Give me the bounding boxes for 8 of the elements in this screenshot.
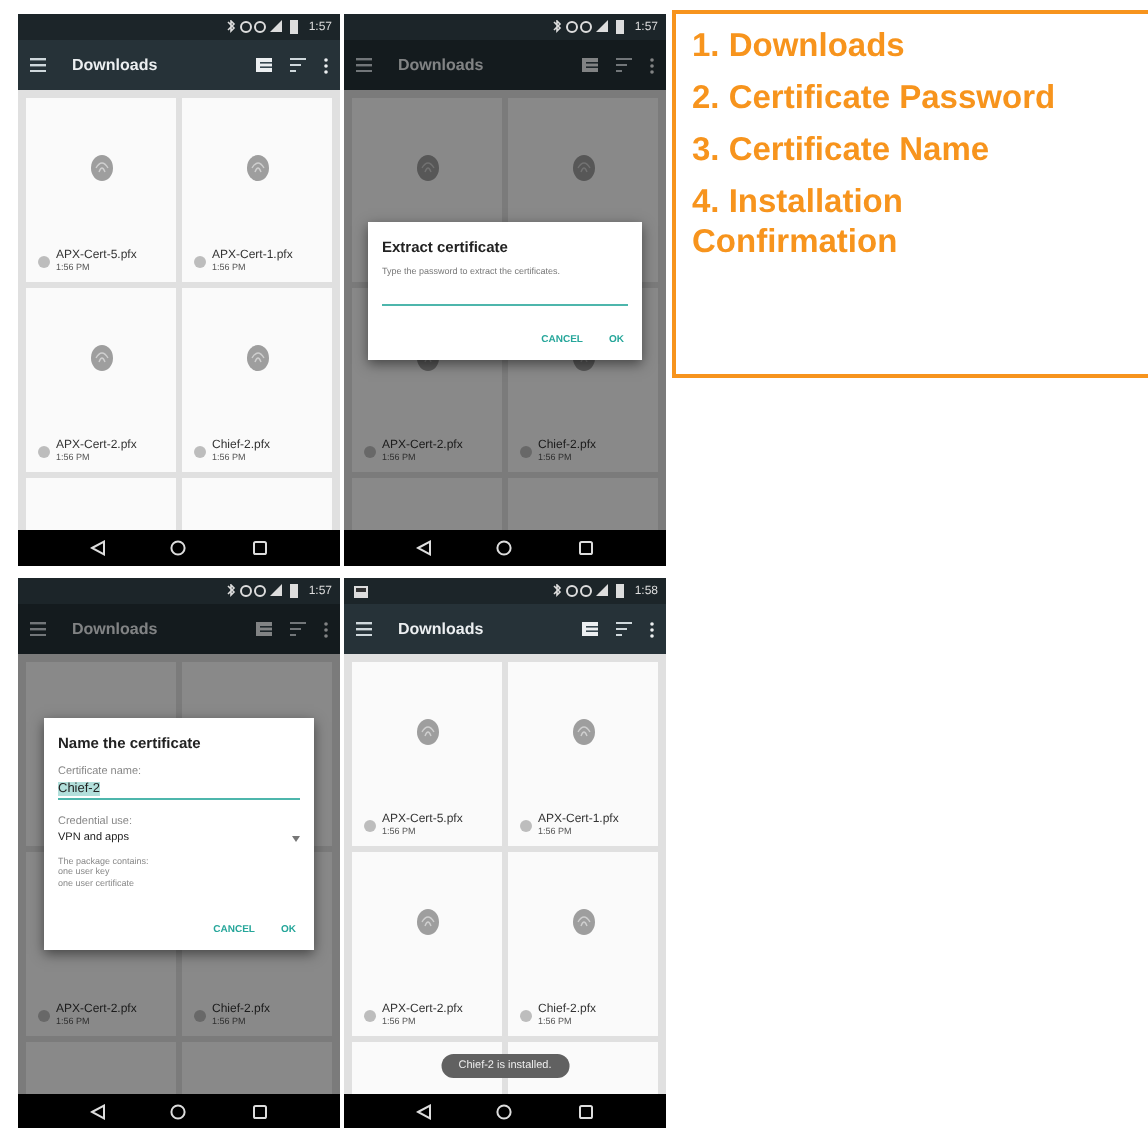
toolbar-title: Downloads xyxy=(72,56,158,74)
toolbar-title: Downloads xyxy=(398,56,484,74)
toolbar-title: Downloads xyxy=(72,620,158,638)
toolbar-title: Downloads xyxy=(398,620,484,638)
legend-item: 4. Installation Confirmation xyxy=(692,182,905,262)
legend-item: 1. Downloads xyxy=(692,26,907,66)
legend-item: 3. Certificate Name xyxy=(692,130,992,170)
legend-item: 2. Certificate Password xyxy=(692,78,1058,118)
